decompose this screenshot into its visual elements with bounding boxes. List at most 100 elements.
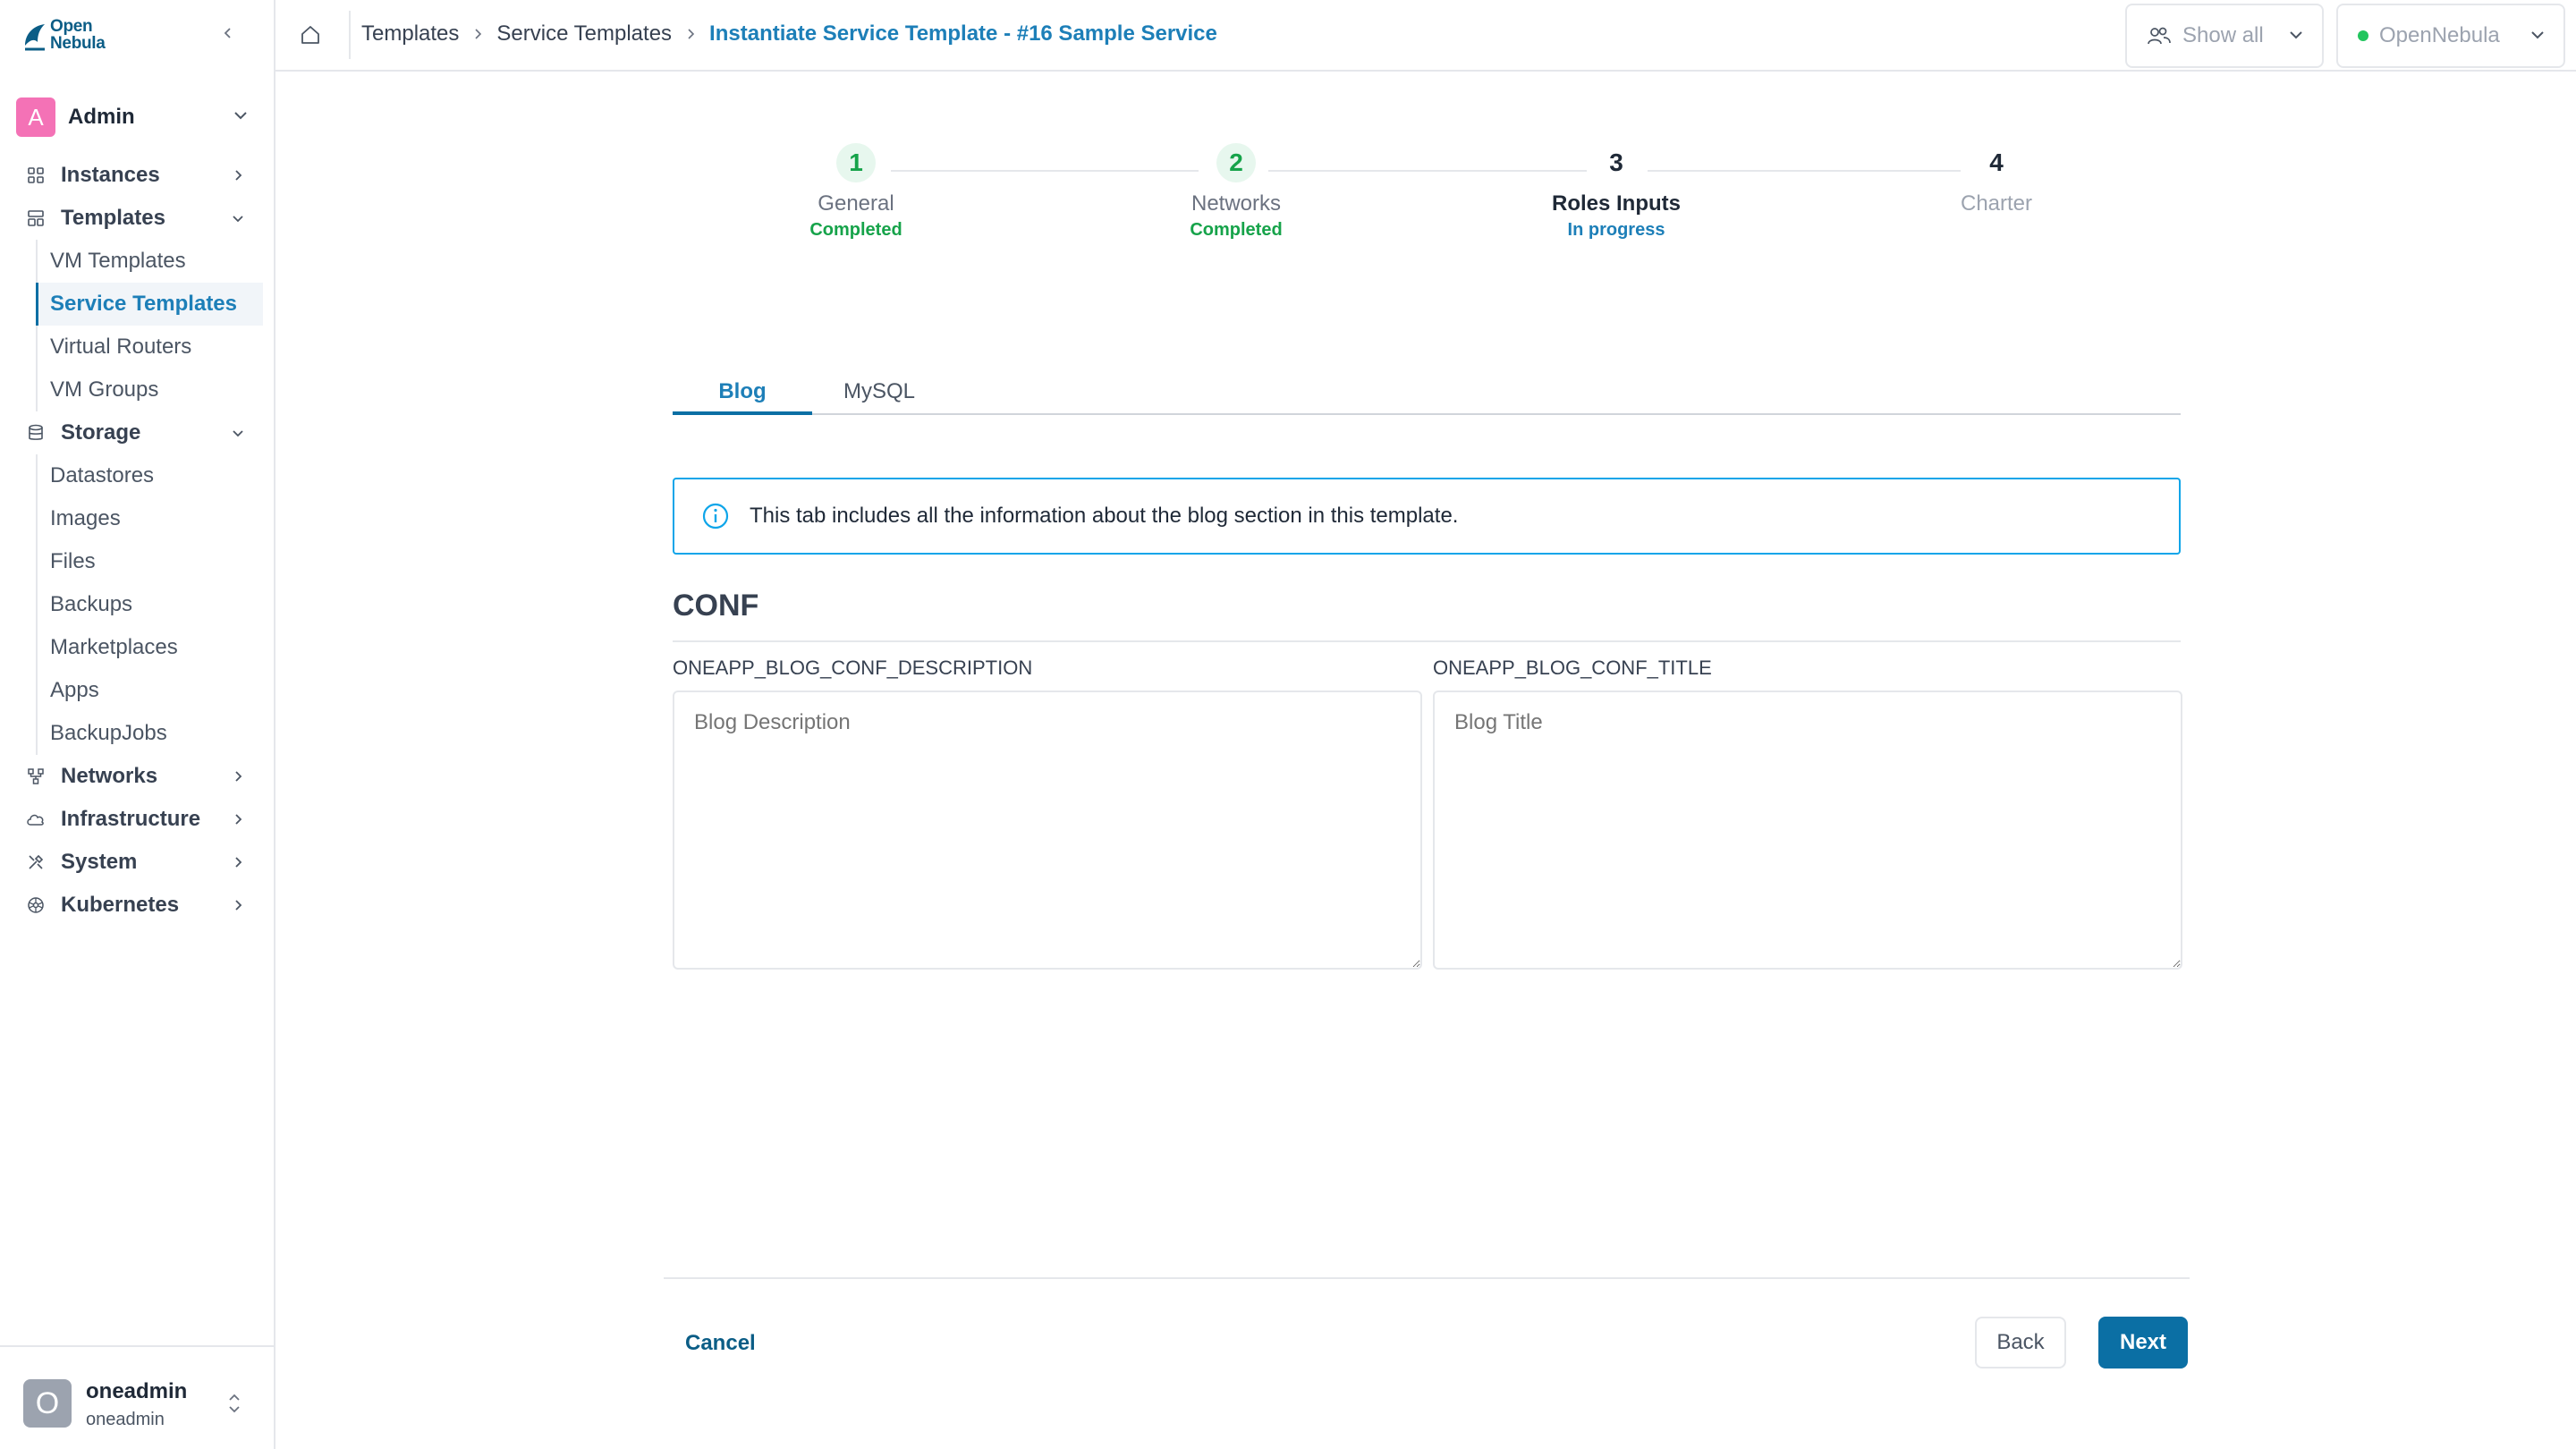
sidebar-item-label: Instances [61, 163, 160, 187]
step-status: Completed [1190, 220, 1283, 240]
zone-status-dot [2358, 30, 2368, 41]
opennebula-logo[interactable]: Open Nebula [21, 18, 106, 52]
description-field-label: ONEAPP_BLOG_CONF_DESCRIPTION [673, 657, 1033, 679]
logo-text-line1: Open [50, 17, 93, 36]
info-icon [702, 503, 729, 530]
templates-icon [25, 208, 47, 229]
cloud-icon [25, 809, 47, 830]
chevron-right-icon [227, 165, 249, 186]
step-label: Networks [1191, 191, 1282, 216]
group-label: Admin [68, 105, 135, 129]
top-bar: Templates Service Templates Instantiate … [275, 0, 2576, 72]
sidebar: Open Nebula A Admin Instances Templates … [0, 0, 275, 1449]
logo-text-line2: Nebula [50, 34, 106, 53]
next-button[interactable]: Next [2098, 1317, 2188, 1368]
chevron-down-icon [227, 208, 249, 229]
opennebula-logo-icon [21, 19, 47, 51]
sidebar-item-vm-groups[interactable]: VM Groups [38, 369, 263, 411]
sidebar-item-virtual-routers[interactable]: Virtual Routers [38, 326, 263, 369]
kubernetes-icon [25, 894, 47, 916]
sidebar-nav: Instances Templates VM Templates Service… [0, 154, 275, 927]
divider [673, 640, 2181, 642]
group-avatar: A [16, 97, 55, 137]
step-number: 3 [1609, 148, 1623, 176]
step-charter[interactable]: 4 Charter [1907, 143, 2086, 216]
chevron-left-icon [224, 28, 231, 38]
step-label: Roles Inputs [1551, 191, 1681, 216]
breadcrumb-service-templates[interactable]: Service Templates [496, 21, 672, 47]
home-icon [301, 26, 319, 44]
step-status: In progress [1567, 220, 1665, 240]
role-tabs: Blog MySQL [673, 369, 2181, 415]
sidebar-item-backups[interactable]: Backups [38, 583, 263, 626]
info-alert: This tab includes all the information ab… [673, 478, 2181, 555]
sidebar-item-apps[interactable]: Apps [38, 669, 263, 712]
sidebar-item-label: System [61, 850, 138, 874]
sidebar-item-infrastructure[interactable]: Infrastructure [0, 798, 275, 841]
breadcrumb: Templates Service Templates Instantiate … [361, 21, 1217, 47]
sidebar-item-storage[interactable]: Storage [0, 411, 275, 454]
sidebar-item-vm-templates[interactable]: VM Templates [38, 240, 263, 283]
tools-icon [25, 852, 47, 873]
logo-text: Open Nebula [50, 18, 106, 52]
sidebar-item-service-templates[interactable]: Service Templates [36, 283, 263, 326]
divider [664, 1277, 2190, 1279]
wizard-stepper: 1 General Completed 2 Networks Completed… [673, 143, 2181, 259]
sidebar-item-networks[interactable]: Networks [0, 755, 275, 798]
sidebar-item-marketplaces[interactable]: Marketplaces [38, 626, 263, 669]
step-number: 2 [1216, 143, 1256, 182]
back-button[interactable]: Back [1975, 1317, 2066, 1368]
sidebar-item-instances[interactable]: Instances [0, 154, 275, 197]
sidebar-item-label: Templates [61, 206, 165, 230]
chevron-right-icon [227, 894, 249, 916]
chevron-right-icon [471, 28, 484, 40]
show-all-filter-button[interactable]: Show all [2125, 4, 2324, 68]
sidebar-item-datastores[interactable]: Datastores [38, 454, 263, 497]
info-text: This tab includes all the information ab… [750, 504, 1459, 528]
storage-submenu: Datastores Images Files Backups Marketpl… [36, 454, 275, 755]
title-field-label: ONEAPP_BLOG_CONF_TITLE [1433, 657, 1712, 679]
step-roles-inputs[interactable]: 3 Roles Inputs In progress [1527, 143, 1706, 241]
zone-selector-button[interactable]: OpenNebula [2336, 4, 2565, 68]
step-label: Charter [1960, 191, 2033, 216]
blog-description-input[interactable] [673, 691, 1422, 970]
cancel-button[interactable]: Cancel [673, 1318, 768, 1368]
breadcrumb-templates[interactable]: Templates [361, 21, 459, 47]
group-selector[interactable]: A Admin [16, 97, 259, 138]
section-title: CONF [673, 589, 759, 623]
sidebar-item-images[interactable]: Images [38, 497, 263, 540]
sidebar-item-backupjobs[interactable]: BackupJobs [38, 712, 263, 755]
sidebar-item-label: Infrastructure [61, 807, 201, 831]
expand-collapse-icon[interactable] [225, 1392, 243, 1419]
step-networks[interactable]: 2 Networks Completed [1147, 143, 1326, 241]
divider [349, 11, 351, 59]
tab-blog[interactable]: Blog [673, 379, 812, 415]
sidebar-item-kubernetes[interactable]: Kubernetes [0, 884, 275, 927]
zone-label: OpenNebula [2379, 23, 2500, 47]
sidebar-item-files[interactable]: Files [38, 540, 263, 583]
chevron-right-icon [684, 28, 697, 40]
sidebar-item-system[interactable]: System [0, 841, 275, 884]
chevron-down-icon [2286, 25, 2306, 51]
home-button[interactable] [297, 21, 324, 48]
network-icon [25, 766, 47, 787]
sidebar-item-templates[interactable]: Templates [0, 197, 275, 240]
chevron-right-icon [227, 809, 249, 830]
user-group: oneadmin [86, 1410, 165, 1429]
blog-title-input[interactable] [1433, 691, 2182, 970]
chevron-down-icon [227, 422, 249, 444]
collapse-sidebar-button[interactable] [215, 20, 242, 47]
user-name: oneadmin [86, 1379, 188, 1403]
user-menu[interactable]: O oneadmin oneadmin [0, 1345, 275, 1449]
sidebar-item-label: Kubernetes [61, 893, 180, 917]
users-icon [2148, 27, 2171, 45]
chevron-down-icon [231, 106, 250, 130]
step-number: 4 [1989, 148, 2004, 176]
tab-mysql[interactable]: MySQL [830, 379, 928, 415]
breadcrumb-current: Instantiate Service Template - #16 Sampl… [709, 21, 1217, 46]
storage-icon [25, 422, 47, 444]
sidebar-item-label: Storage [61, 420, 141, 445]
chevron-down-icon [2528, 25, 2547, 51]
step-number: 1 [836, 143, 876, 182]
step-general[interactable]: 1 General Completed [767, 143, 945, 241]
